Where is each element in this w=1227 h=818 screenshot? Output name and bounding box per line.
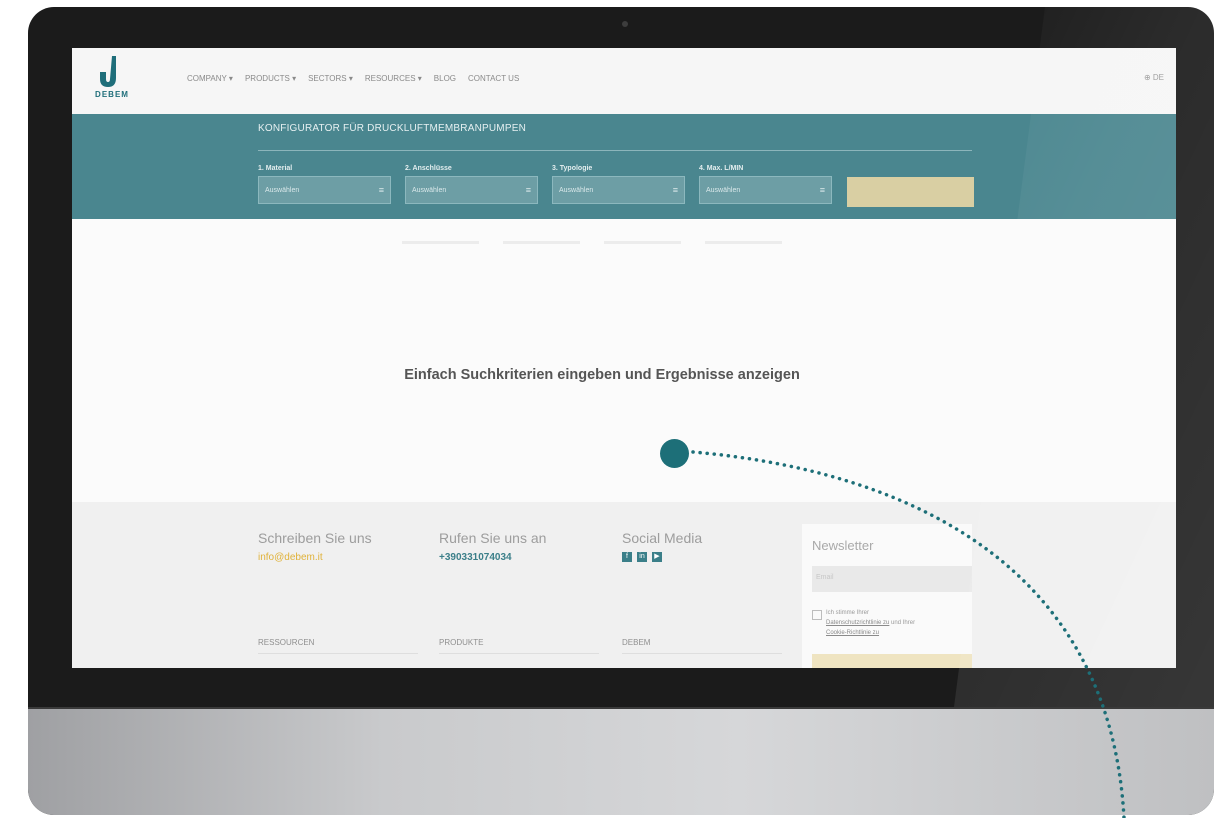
dotted-pointer-curve bbox=[691, 450, 1126, 818]
pointer-dot bbox=[660, 439, 689, 468]
